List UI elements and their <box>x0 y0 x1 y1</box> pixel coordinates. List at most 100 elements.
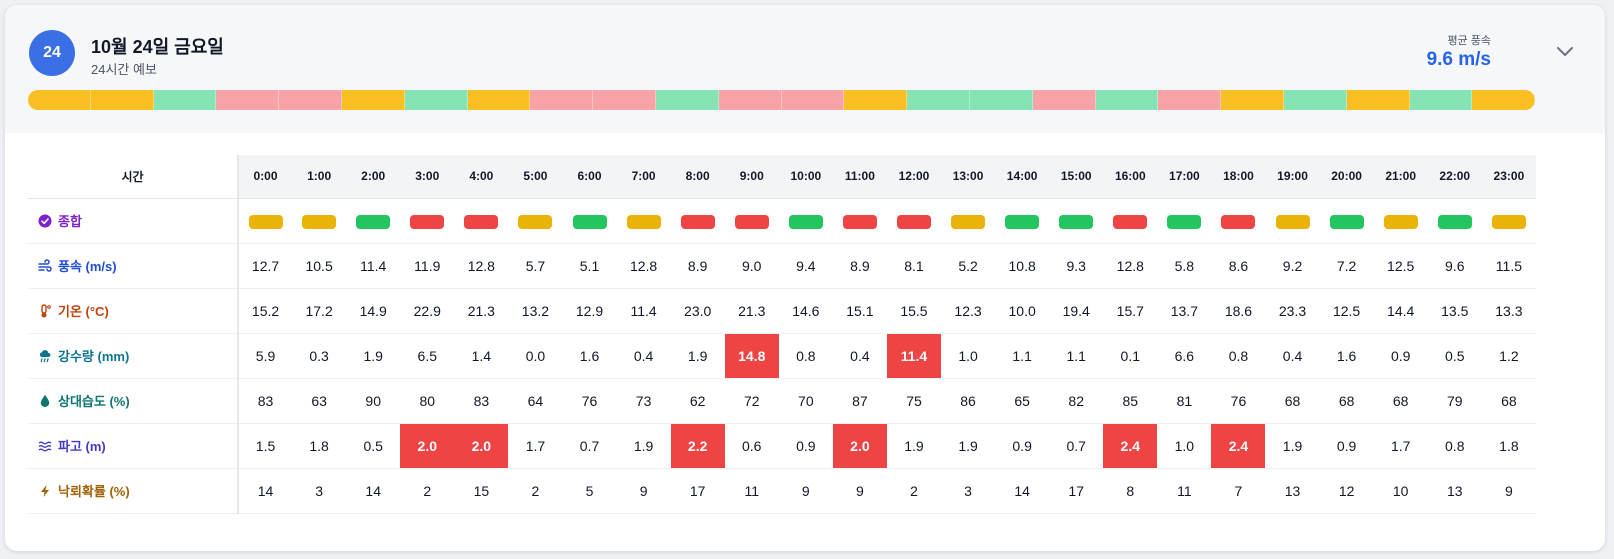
hour-header: 18:00 <box>1211 155 1266 199</box>
status-pill <box>1005 214 1040 229</box>
value-cell: 2.0 <box>400 423 455 469</box>
hour-header: 4:00 <box>454 155 509 199</box>
overall-status-cell <box>886 198 942 244</box>
value-cell: 1.1 <box>1049 333 1104 379</box>
value-cell: 7.2 <box>1319 243 1374 289</box>
value-cell: 1.1 <box>995 333 1050 379</box>
overall-status-cell <box>995 198 1050 244</box>
overall-status-cell <box>724 198 779 244</box>
lightning-icon <box>38 484 58 499</box>
value-cell: 0.7 <box>562 423 617 469</box>
value-cell: 15.2 <box>238 288 293 334</box>
value-cell: 1.0 <box>1157 423 1212 469</box>
row-label-text: 강수량 (mm) <box>58 349 130 364</box>
overall-status-cell <box>941 198 996 244</box>
value-cell: 9.6 <box>1427 243 1482 289</box>
overall-status-cell <box>778 198 833 244</box>
status-pill <box>734 214 769 229</box>
value-cell: 3 <box>292 468 347 514</box>
status-pill <box>951 214 986 229</box>
forecast-table-wrapper: 시간 0:00 1:00 2:00 3:00 4:00 5:00 6:00 7:00 8:00 9… <box>28 155 1536 514</box>
status-pill <box>302 214 337 229</box>
status-strip-segment <box>153 90 217 110</box>
hour-header: 2:00 <box>346 155 401 199</box>
status-pill <box>1383 214 1418 229</box>
value-cell: 11.4 <box>886 333 942 379</box>
row-label-text: 기온 (°C) <box>58 304 109 319</box>
status-pill <box>842 214 877 229</box>
value-cell: 12.5 <box>1319 288 1374 334</box>
overall-status-cell <box>1481 198 1536 244</box>
value-cell: 11 <box>724 468 779 514</box>
value-cell: 17 <box>670 468 725 514</box>
value-cell: 65 <box>995 378 1050 424</box>
status-pill <box>1059 214 1094 229</box>
chevron-down-icon[interactable] <box>1555 45 1575 59</box>
value-cell: 0.4 <box>616 333 671 379</box>
value-cell: 11.4 <box>346 243 401 289</box>
day-badge: 24 <box>29 30 75 76</box>
row-label: 풍속 (m/s) <box>28 243 239 289</box>
value-cell: 68 <box>1481 378 1536 424</box>
value-cell: 1.9 <box>886 423 942 469</box>
status-strip-segment <box>530 90 594 110</box>
value-cell: 79 <box>1427 378 1482 424</box>
value-cell: 2 <box>886 468 942 514</box>
value-cell: 81 <box>1157 378 1212 424</box>
hour-header: 16:00 <box>1103 155 1158 199</box>
row-label: 낙뢰확률 (%) <box>28 468 239 514</box>
value-cell: 10.5 <box>292 243 347 289</box>
average-wind-value: 9.6 m/s <box>1426 49 1491 70</box>
value-cell: 76 <box>1211 378 1266 424</box>
status-strip-segment <box>28 90 91 110</box>
value-cell: 2.4 <box>1211 423 1266 469</box>
row-label: 기온 (°C) <box>28 288 239 334</box>
value-cell: 21.3 <box>724 288 779 334</box>
forecast-row: 종합 <box>28 198 1536 244</box>
value-cell: 10.0 <box>995 288 1050 334</box>
value-cell: 64 <box>508 378 563 424</box>
value-cell: 12.3 <box>941 288 996 334</box>
droplet-icon <box>38 394 58 409</box>
hour-header: 9:00 <box>724 155 779 199</box>
value-cell: 0.7 <box>1049 423 1104 469</box>
hourly-forecast-table: 시간 0:00 1:00 2:00 3:00 4:00 5:00 6:00 7:00 8:00 9… <box>28 155 1536 514</box>
value-cell: 1.6 <box>562 333 617 379</box>
hour-header: 6:00 <box>562 155 617 199</box>
value-cell: 73 <box>616 378 671 424</box>
value-cell: 2 <box>400 468 455 514</box>
value-cell: 8.6 <box>1211 243 1266 289</box>
value-cell: 2.0 <box>454 423 509 469</box>
value-cell: 14.6 <box>778 288 833 334</box>
value-cell: 1.9 <box>670 333 725 379</box>
value-cell: 9.3 <box>1049 243 1104 289</box>
status-strip-segment <box>1158 90 1222 110</box>
value-cell: 11.9 <box>400 243 455 289</box>
value-cell: 13.3 <box>1481 288 1536 334</box>
status-pill <box>680 214 715 229</box>
row-label-text: 상대습도 (%) <box>58 394 130 409</box>
value-cell: 70 <box>778 378 833 424</box>
value-cell: 86 <box>941 378 996 424</box>
hour-header: 0:00 <box>238 155 293 199</box>
value-cell: 1.2 <box>1481 333 1536 379</box>
average-wind-label: 평균 풍속 <box>1447 35 1491 47</box>
value-cell: 2.4 <box>1103 423 1158 469</box>
row-label-text: 파고 (m) <box>58 439 106 454</box>
overall-status-cell <box>1211 198 1266 244</box>
value-cell: 68 <box>1319 378 1374 424</box>
value-cell: 14 <box>346 468 401 514</box>
value-cell: 5.1 <box>562 243 617 289</box>
value-cell: 14 <box>995 468 1050 514</box>
status-strip-segment <box>655 90 719 110</box>
value-cell: 1.5 <box>238 423 293 469</box>
value-cell: 17 <box>1049 468 1104 514</box>
status-strip-segment <box>341 90 405 110</box>
value-cell: 0.1 <box>1103 333 1158 379</box>
value-cell: 9.0 <box>724 243 779 289</box>
value-cell: 11 <box>1157 468 1212 514</box>
status-pill <box>572 214 607 229</box>
status-pill <box>896 214 931 229</box>
status-strip-segment <box>593 90 656 110</box>
overall-status-cell <box>346 198 401 244</box>
